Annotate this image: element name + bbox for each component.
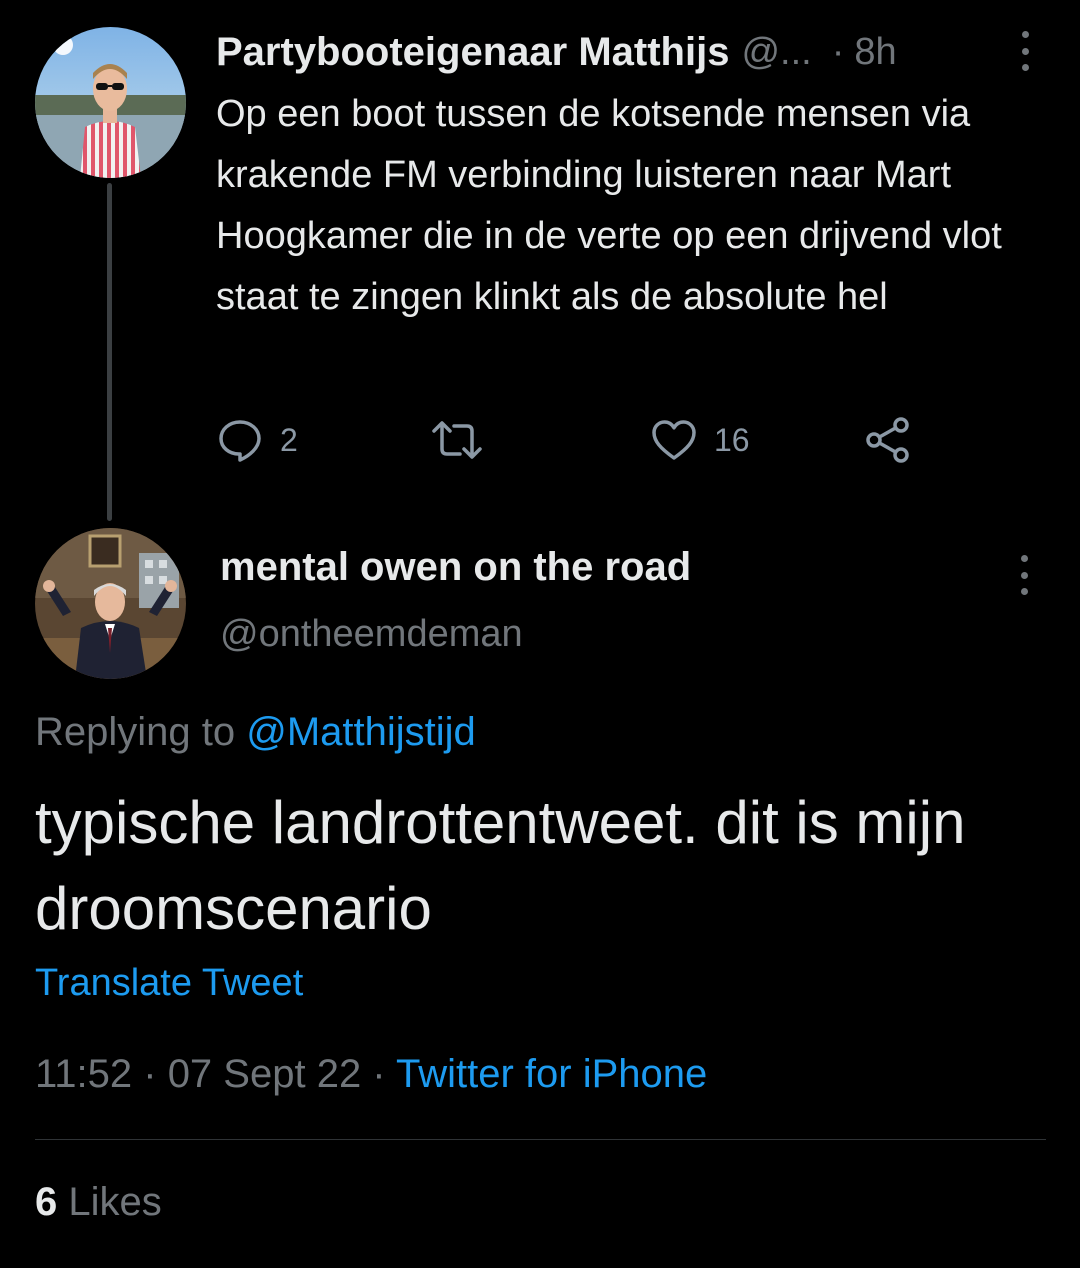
like-button[interactable]: 16 (650, 410, 750, 470)
tweet-date[interactable]: 07 Sept 22 (168, 1052, 362, 1096)
parent-author-avatar[interactable] (35, 27, 186, 178)
parent-tweet-time[interactable]: 8h (854, 31, 896, 74)
tweet-source-link[interactable]: Twitter for iPhone (396, 1052, 707, 1096)
replying-prefix: Replying to (35, 710, 247, 754)
reply-author-avatar[interactable] (35, 528, 186, 679)
reply-count: 2 (280, 421, 298, 458)
speech-bubble-icon (219, 420, 261, 462)
parent-tweet-header: Partybooteigenaar Matthijs @... · 8h (216, 24, 1046, 80)
reply-button[interactable]: 2 (216, 410, 298, 470)
parent-author-handle[interactable]: @... (741, 31, 811, 74)
more-vertical-icon[interactable] (1018, 555, 1030, 595)
tweet-time[interactable]: 11:52 (35, 1052, 132, 1096)
replying-mention-link[interactable]: @Matthijstijd (246, 710, 476, 754)
retweet-arrows-icon (432, 421, 482, 459)
replying-to-line: Replying to @Matthijstijd (35, 710, 476, 755)
reply-author-handle[interactable]: @ontheemdeman (220, 613, 523, 656)
likes-label: Likes (57, 1180, 162, 1224)
share-button[interactable] (864, 410, 912, 470)
parent-tweet-text: Op een boot tussen de kotsende mensen vi… (216, 93, 1002, 318)
likes-count: 6 (35, 1180, 58, 1224)
tweet-action-bar: 2 16 (216, 410, 936, 470)
meta-separator: · (132, 1052, 168, 1096)
more-vertical-icon[interactable] (1019, 31, 1031, 71)
reply-tweet-text: typische landrottentweet. dit is mijn dr… (35, 789, 966, 942)
share-nodes-icon (866, 417, 909, 463)
retweet-button[interactable] (430, 410, 500, 470)
heart-icon (652, 420, 696, 460)
like-count: 16 (714, 421, 750, 458)
parent-author-name[interactable]: Partybooteigenaar Matthijs (216, 30, 729, 75)
parent-time-separator: · (831, 30, 845, 73)
thread-connector-line (107, 183, 112, 521)
translate-tweet-link[interactable]: Translate Tweet (35, 962, 303, 1005)
meta-separator: · (361, 1052, 397, 1096)
tweet-meta: 11:52 · 07 Sept 22 · Twitter for iPhone (35, 1052, 707, 1097)
reply-author-name[interactable]: mental owen on the road (220, 545, 691, 590)
divider (35, 1139, 1046, 1140)
likes-summary[interactable]: 6 Likes (35, 1180, 162, 1225)
